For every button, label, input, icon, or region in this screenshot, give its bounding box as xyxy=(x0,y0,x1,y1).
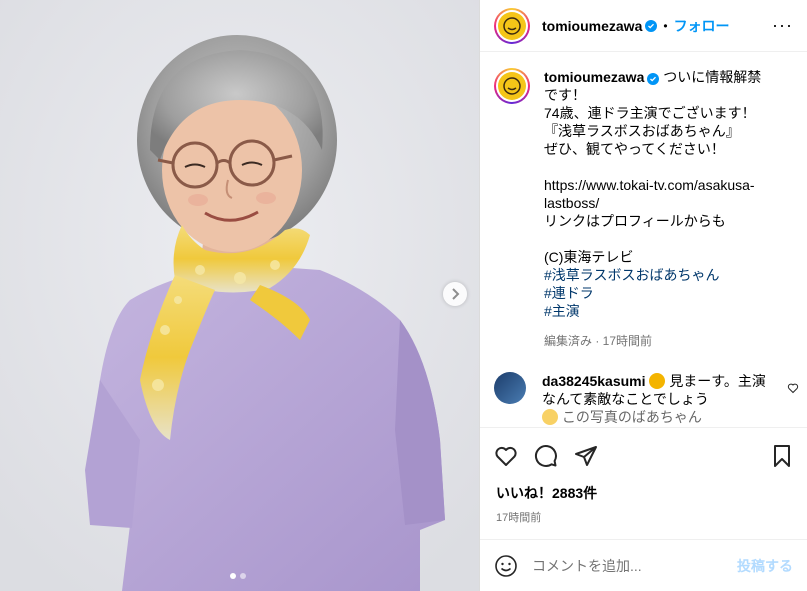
avatar-illustration xyxy=(503,16,521,35)
emoji-icon xyxy=(542,409,558,425)
header-separator: • xyxy=(663,18,668,33)
commenter-username-link[interactable]: da38245kasumi xyxy=(542,373,646,389)
comment-bubble-icon xyxy=(535,444,557,467)
hashtag-link[interactable]: #浅草ラスボスおばあちゃん xyxy=(544,266,774,284)
comment-text-continued: この写真のばあちゃん xyxy=(561,409,702,425)
share-button[interactable] xyxy=(574,444,598,468)
post-photo xyxy=(0,0,479,591)
comment-overflow-line: この写真のばあちゃん xyxy=(542,408,768,426)
next-image-button[interactable] xyxy=(443,282,467,306)
hashtag-link[interactable]: #主演 xyxy=(544,302,774,320)
comment-item: da38245kasumi 見まーす。主演なんて素敵なことでしょう この写真のば… xyxy=(494,372,799,426)
post-image-panel xyxy=(0,0,479,591)
verified-badge-icon xyxy=(645,19,658,32)
smiley-icon xyxy=(495,554,517,577)
post-sidebar: tomioumezawa • フォロー ··· tomioumezawa ついに… xyxy=(479,0,807,591)
author-username-link[interactable]: tomioumezawa xyxy=(542,18,642,34)
carousel-dot-1 xyxy=(230,573,236,579)
comments-list[interactable]: tomioumezawa ついに情報解禁です！ 74歳、連ドラ主演でございます！… xyxy=(480,52,807,427)
caption-username-link[interactable]: tomioumezawa xyxy=(544,69,644,85)
avatar-illustration xyxy=(503,77,521,95)
caption-meta: 編集済み · 17時間前 xyxy=(544,334,653,348)
post-comment-button[interactable]: 投稿する xyxy=(737,556,793,576)
heart-icon xyxy=(495,446,517,466)
post-actions-bar xyxy=(480,427,807,483)
emoji-picker-button[interactable] xyxy=(494,554,518,578)
verified-badge-icon xyxy=(647,73,660,85)
comment-input[interactable] xyxy=(532,557,737,574)
post-timestamp[interactable]: 17時間前 xyxy=(480,503,807,525)
hashtag-link[interactable]: #連ドラ xyxy=(544,284,774,302)
caption-text: ついに情報解禁です！ 74歳、連ドラ主演でございます！ 『浅草ラスボスおばあちゃ… xyxy=(544,69,762,265)
carousel-indicator xyxy=(230,573,246,579)
surprised-emoji-icon xyxy=(649,373,666,389)
instagram-post-modal: tomioumezawa • フォロー ··· tomioumezawa ついに… xyxy=(0,0,807,591)
caption-author-avatar[interactable] xyxy=(494,68,530,104)
carousel-dot-2 xyxy=(240,573,246,579)
like-comment-heart-icon[interactable] xyxy=(787,382,799,394)
header-user: tomioumezawa • フォロー xyxy=(542,16,730,36)
add-comment-bar: 投稿する xyxy=(480,539,807,591)
chevron-right-icon xyxy=(452,288,460,300)
author-avatar[interactable] xyxy=(494,7,530,44)
commenter-avatar[interactable] xyxy=(494,372,526,404)
post-header: tomioumezawa • フォロー ··· xyxy=(480,0,807,52)
bookmark-icon xyxy=(774,444,790,467)
comment-button[interactable] xyxy=(534,444,558,468)
likes-count[interactable]: いいね！2883件 xyxy=(480,483,807,503)
follow-button[interactable]: フォロー xyxy=(674,16,730,36)
like-button[interactable] xyxy=(494,444,518,468)
paper-plane-icon xyxy=(575,445,597,466)
more-options-button[interactable]: ··· xyxy=(772,15,793,36)
save-button[interactable] xyxy=(771,444,793,468)
post-caption: tomioumezawa ついに情報解禁です！ 74歳、連ドラ主演でございます！… xyxy=(494,68,793,350)
